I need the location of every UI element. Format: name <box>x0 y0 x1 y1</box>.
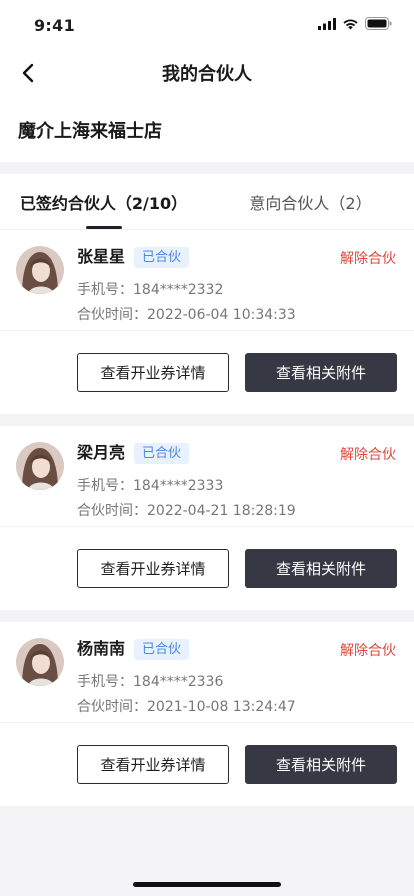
partner-phone: 手机号：184****2332 <box>77 282 224 298</box>
card-divider <box>0 414 414 426</box>
page-title: 我的合伙人 <box>162 64 252 85</box>
terminate-partnership-button[interactable]: 解除合伙 <box>340 444 396 464</box>
terminate-partnership-button[interactable]: 解除合伙 <box>340 640 396 660</box>
view-attachments-button[interactable]: 查看相关附件 <box>245 745 397 784</box>
tab-intended-partners[interactable]: 意向合伙人（2） <box>207 174 414 229</box>
partner-time: 合伙时间：2022-04-21 18:28:19 <box>77 503 296 519</box>
chevron-left-icon <box>22 63 34 83</box>
home-indicator <box>133 882 281 887</box>
back-button[interactable] <box>14 59 42 87</box>
partner-tabs: 已签约合伙人（2/10） 意向合伙人（2） <box>0 174 414 230</box>
store-header: 魔介上海来福士店 <box>0 98 414 162</box>
avatar <box>16 442 64 490</box>
status-badge: 已合伙 <box>134 639 190 660</box>
partner-card: 杨南南 已合伙 解除合伙 手机号：184****2336 合伙时间：2021-1… <box>0 622 414 806</box>
view-coupon-details-button[interactable]: 查看开业券详情 <box>77 353 229 392</box>
avatar <box>16 638 64 686</box>
status-bar: 9:41 <box>0 0 414 48</box>
tab-intended-label: 意向合伙人（2） <box>249 193 372 213</box>
partner-phone: 手机号：184****2336 <box>77 674 224 690</box>
partner-actions: 查看开业券详情 查看相关附件 <box>0 723 414 806</box>
store-name: 魔介上海来福士店 <box>18 121 162 142</box>
partner-name: 梁月亮 <box>77 443 126 462</box>
section-divider <box>0 162 414 174</box>
partner-phone: 手机号：184****2333 <box>77 478 224 494</box>
partner-info: 梁月亮 已合伙 解除合伙 手机号：184****2333 合伙时间：2022-0… <box>0 426 414 527</box>
partner-name: 张星星 <box>77 247 126 266</box>
tab-signed-label: 已签约合伙人（2/10） <box>19 193 188 213</box>
partner-time: 合伙时间：2021-10-08 13:24:47 <box>77 699 296 715</box>
status-badge: 已合伙 <box>134 443 190 464</box>
status-badge: 已合伙 <box>134 247 190 268</box>
partner-time: 合伙时间：2022-06-04 10:34:33 <box>77 307 296 323</box>
card-divider <box>0 610 414 622</box>
battery-icon <box>365 17 392 30</box>
partner-card: 张星星 已合伙 解除合伙 手机号：184****2332 合伙时间：2022-0… <box>0 230 414 414</box>
view-coupon-details-button[interactable]: 查看开业券详情 <box>77 745 229 784</box>
status-icons <box>318 17 392 30</box>
partner-info: 杨南南 已合伙 解除合伙 手机号：184****2336 合伙时间：2021-1… <box>0 622 414 723</box>
view-attachments-button[interactable]: 查看相关附件 <box>245 353 397 392</box>
signal-icon <box>318 17 336 30</box>
tab-signed-partners[interactable]: 已签约合伙人（2/10） <box>0 174 207 229</box>
active-tab-indicator <box>86 226 122 229</box>
partner-actions: 查看开业券详情 查看相关附件 <box>0 331 414 414</box>
partner-name: 杨南南 <box>77 639 126 658</box>
avatar <box>16 246 64 294</box>
partner-actions: 查看开业券详情 查看相关附件 <box>0 527 414 610</box>
partner-info: 张星星 已合伙 解除合伙 手机号：184****2332 合伙时间：2022-0… <box>0 230 414 331</box>
nav-bar: 我的合伙人 <box>0 48 414 98</box>
partner-card: 梁月亮 已合伙 解除合伙 手机号：184****2333 合伙时间：2022-0… <box>0 426 414 610</box>
view-attachments-button[interactable]: 查看相关附件 <box>245 549 397 588</box>
wifi-icon <box>343 18 358 29</box>
status-time: 9:41 <box>34 16 75 35</box>
terminate-partnership-button[interactable]: 解除合伙 <box>340 248 396 268</box>
view-coupon-details-button[interactable]: 查看开业券详情 <box>77 549 229 588</box>
